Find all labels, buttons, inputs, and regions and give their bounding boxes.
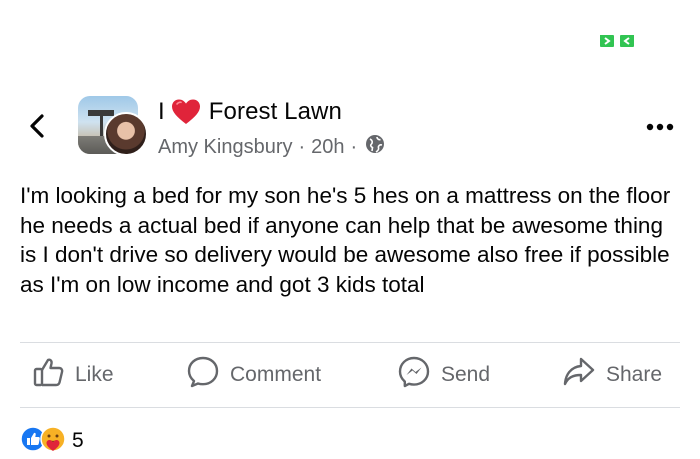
like-button[interactable]: Like <box>33 358 114 392</box>
comment-label: Comment <box>230 363 322 386</box>
like-label: Like <box>75 363 114 386</box>
reactions-summary[interactable]: 5 <box>20 425 84 457</box>
share-button[interactable]: Share <box>562 356 663 394</box>
chevron-left-icon[interactable] <box>24 112 52 140</box>
comment-bubble-icon <box>186 355 230 395</box>
care-reaction-icon <box>40 425 66 457</box>
expand-arrows-icon[interactable] <box>598 33 636 49</box>
more-dots-icon[interactable] <box>644 116 676 138</box>
action-bar: Like Comment Send Share <box>0 344 700 406</box>
post-time[interactable]: 20h <box>311 136 344 159</box>
post-meta: Amy Kingsbury · 20h · <box>158 134 385 160</box>
reaction-count: 5 <box>72 429 84 452</box>
red-heart-icon <box>171 98 201 126</box>
group-name[interactable]: I Forest Lawn <box>158 98 342 126</box>
group-avatar-pole <box>100 116 103 136</box>
send-button[interactable]: Send <box>397 355 491 395</box>
group-name-prefix: I <box>158 98 165 125</box>
divider-top <box>20 342 680 343</box>
thumbs-up-icon <box>33 356 75 394</box>
post-text: I'm looking a bed for my son he's 5 hes … <box>20 183 671 297</box>
group-name-suffix: Forest Lawn <box>208 98 342 125</box>
divider-bottom <box>20 407 680 408</box>
meta-separator: · <box>298 135 306 158</box>
messenger-icon <box>397 355 441 395</box>
globe-icon <box>363 134 385 160</box>
share-arrow-icon <box>562 356 606 394</box>
author-name[interactable]: Amy Kingsbury <box>158 136 293 159</box>
meta-separator: · <box>350 135 358 158</box>
share-label: Share <box>606 363 663 386</box>
comment-button[interactable]: Comment <box>186 355 322 395</box>
author-avatar[interactable] <box>104 112 148 156</box>
post-header: I Forest Lawn Amy Kingsbury · 20h · <box>0 90 700 160</box>
send-label: Send <box>441 363 491 386</box>
